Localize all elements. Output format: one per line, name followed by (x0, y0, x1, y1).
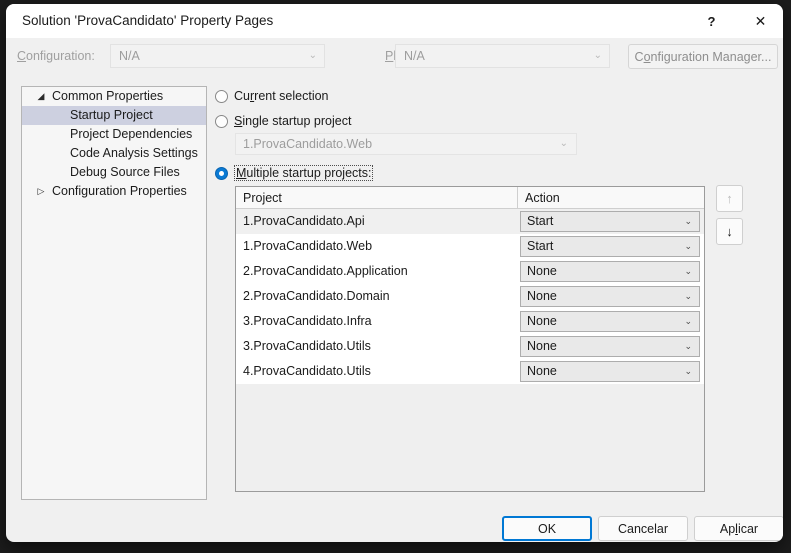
window-title: Solution 'ProvaCandidato' Property Pages (22, 13, 274, 28)
chevron-down-icon: ⌄ (684, 316, 692, 326)
radio-current-selection-label: Current selection (234, 89, 329, 103)
radio-button-selected-icon[interactable] (215, 166, 228, 180)
property-pages-dialog: Solution 'ProvaCandidato' Property Pages… (6, 4, 783, 542)
action-select[interactable]: None ⌄ (520, 311, 700, 332)
cell-project-name: 1.ProvaCandidato.Web (243, 239, 373, 253)
apply-button[interactable]: Aplicar (694, 516, 783, 541)
radio-multiple-startup-projects[interactable]: Multiple startup projects: (215, 164, 374, 182)
action-value: None (527, 264, 557, 278)
cancel-button-label: Cancelar (617, 521, 669, 536)
chevron-down-icon: ⌄ (559, 138, 568, 149)
action-value: None (527, 289, 557, 303)
help-icon[interactable]: ? (689, 4, 734, 38)
configuration-select[interactable]: N/A ⌄ (110, 44, 325, 68)
action-value: None (527, 364, 557, 378)
platform-select[interactable]: N/A ⌄ (395, 44, 610, 68)
tree-item-startup-project[interactable]: Startup Project (22, 106, 206, 125)
tree-item-label: Configuration Properties (52, 184, 187, 198)
action-select[interactable]: None ⌄ (520, 286, 700, 307)
tree-item-label: Debug Source Files (70, 165, 180, 179)
tree-item-label: Code Analysis Settings (70, 146, 198, 160)
action-value: None (527, 339, 557, 353)
close-icon[interactable]: ✕ (738, 4, 783, 38)
action-select[interactable]: Start ⌄ (520, 236, 700, 257)
properties-tree[interactable]: ◢ Common Properties Startup Project Proj… (21, 86, 207, 500)
table-row[interactable]: 3.ProvaCandidato.Utils None ⌄ (236, 334, 704, 359)
chevron-down-icon: ⌄ (684, 266, 692, 276)
startup-projects-grid[interactable]: Project Action 1.ProvaCandidato.Api Star… (235, 186, 705, 492)
cell-project-name: 1.ProvaCandidato.Api (243, 214, 365, 228)
tree-item-label: Startup Project (70, 108, 153, 122)
tree-item-label: Project Dependencies (70, 127, 193, 141)
chevron-down-icon: ⌄ (684, 291, 692, 301)
chevron-down-icon: ⌄ (308, 50, 317, 61)
table-row[interactable]: 1.ProvaCandidato.Api Start ⌄ (236, 209, 704, 234)
action-select[interactable]: None ⌄ (520, 261, 700, 282)
radio-multiple-startup-label: Multiple startup projects: (234, 165, 374, 181)
chevron-down-icon: ⌄ (684, 341, 692, 351)
action-select[interactable]: None ⌄ (520, 336, 700, 357)
expander-collapse-icon[interactable]: ◢ (35, 87, 47, 106)
table-row[interactable]: 3.ProvaCandidato.Infra None ⌄ (236, 309, 704, 334)
cell-action: None ⌄ (518, 286, 704, 307)
action-value: None (527, 314, 557, 328)
radio-single-startup-label: Single startup project (234, 114, 352, 128)
cell-project-name: 2.ProvaCandidato.Domain (243, 289, 390, 303)
ok-button-label: OK (537, 521, 557, 536)
cell-project-name: 3.ProvaCandidato.Utils (243, 339, 371, 353)
cancel-button[interactable]: Cancelar (598, 516, 688, 541)
move-down-button[interactable]: ↓ (716, 218, 743, 245)
apply-button-label: Aplicar (719, 521, 759, 536)
column-header-project[interactable]: Project (236, 187, 518, 208)
tree-item-project-dependencies[interactable]: Project Dependencies (22, 125, 206, 144)
radio-current-selection[interactable]: Current selection (215, 87, 329, 105)
chevron-down-icon: ⌄ (593, 50, 602, 61)
configuration-label: Configuration: (17, 49, 95, 63)
radio-button-icon[interactable] (215, 114, 228, 128)
radio-button-icon[interactable] (215, 89, 228, 103)
configuration-value: N/A (119, 49, 140, 63)
tree-item-label: Common Properties (52, 89, 164, 103)
cell-action: None ⌄ (518, 311, 704, 332)
chevron-down-icon: ⌄ (684, 366, 692, 376)
cell-action: Start ⌄ (518, 211, 704, 232)
table-row[interactable]: 2.ProvaCandidato.Application None ⌄ (236, 259, 704, 284)
cell-action: None ⌄ (518, 336, 704, 357)
table-row[interactable]: 2.ProvaCandidato.Domain None ⌄ (236, 284, 704, 309)
action-select[interactable]: Start ⌄ (520, 211, 700, 232)
table-row[interactable]: 4.ProvaCandidato.Utils None ⌄ (236, 359, 704, 384)
cell-action: None ⌄ (518, 261, 704, 282)
cell-project-name: 4.ProvaCandidato.Utils (243, 364, 371, 378)
ok-button[interactable]: OK (502, 516, 592, 541)
configuration-row: Configuration: N/A ⌄ Platform: N/A ⌄ Con… (6, 38, 783, 76)
table-row[interactable]: 1.ProvaCandidato.Web Start ⌄ (236, 234, 704, 259)
action-value: Start (527, 239, 554, 253)
cell-project-name: 2.ProvaCandidato.Application (243, 264, 408, 278)
cell-project-name: 3.ProvaCandidato.Infra (243, 314, 372, 328)
arrow-up-icon: ↑ (726, 191, 733, 206)
move-up-button[interactable]: ↑ (716, 185, 743, 212)
tree-item-code-analysis-settings[interactable]: Code Analysis Settings (22, 144, 206, 163)
action-value: Start (527, 214, 554, 228)
configuration-manager-button[interactable]: Co nfiguration Manager... (628, 44, 778, 69)
grid-header-row: Project Action (236, 187, 704, 209)
title-bar: Solution 'ProvaCandidato' Property Pages… (6, 4, 783, 38)
tree-item-common-properties[interactable]: ◢ Common Properties (22, 87, 206, 106)
tree-item-debug-source-files[interactable]: Debug Source Files (22, 163, 206, 182)
expander-expand-icon[interactable]: ▷ (35, 182, 47, 201)
cell-action: None ⌄ (518, 361, 704, 382)
radio-single-startup-project[interactable]: Single startup project (215, 112, 351, 130)
arrow-down-icon: ↓ (726, 224, 733, 239)
platform-value: N/A (404, 49, 425, 63)
column-header-action[interactable]: Action (518, 187, 704, 208)
cell-action: Start ⌄ (518, 236, 704, 257)
single-startup-project-select[interactable]: 1.ProvaCandidato.Web ⌄ (235, 133, 577, 155)
chevron-down-icon: ⌄ (684, 241, 692, 251)
single-startup-project-value: 1.ProvaCandidato.Web (243, 137, 373, 151)
tree-item-configuration-properties[interactable]: ▷ Configuration Properties (22, 182, 206, 201)
chevron-down-icon: ⌄ (684, 216, 692, 226)
action-select[interactable]: None ⌄ (520, 361, 700, 382)
